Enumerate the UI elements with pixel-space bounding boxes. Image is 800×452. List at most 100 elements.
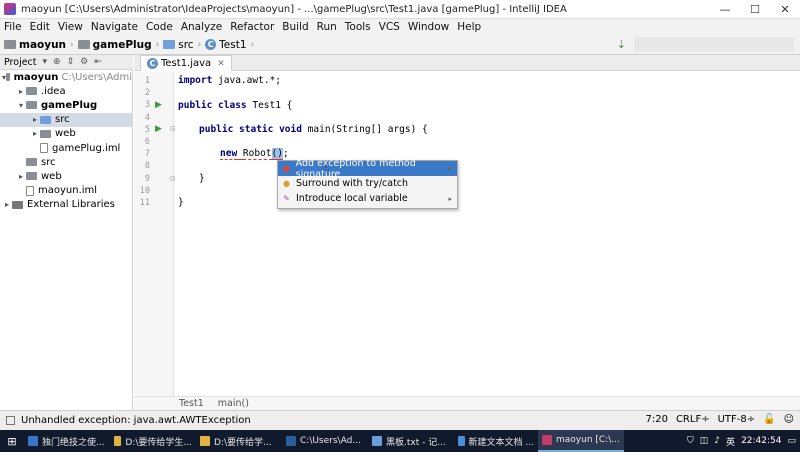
app-icon	[372, 436, 382, 446]
tree-item[interactable]: ▸ External Libraries	[0, 198, 132, 212]
menu-build[interactable]: Build	[278, 21, 312, 33]
nav-crumb-gameplug[interactable]: gamePlug ›	[77, 39, 159, 51]
library-icon	[12, 200, 23, 209]
menu-edit[interactable]: Edit	[26, 21, 54, 33]
tree-item[interactable]: ▸ src	[0, 112, 132, 127]
tree-item[interactable]: ▸ web	[0, 169, 132, 183]
project-panel-header: Project ▾ ⊕ ⇕ ⚙ ⇤	[0, 55, 133, 70]
nav-crumb-maoyun[interactable]: maoyun ›	[4, 39, 74, 51]
taskbar-item[interactable]: maoyun [C:\...	[538, 430, 624, 452]
taskbar-item[interactable]: 黑板.txt - 记...	[368, 430, 454, 452]
taskbar-item[interactable]: C:\Users\Ad...	[282, 430, 368, 452]
tree-item[interactable]: ▸ .idea	[0, 84, 132, 98]
run-class-icon[interactable]: ▶	[155, 100, 162, 110]
caret-position[interactable]: 7:20	[645, 414, 667, 425]
run-method-icon[interactable]: ▶	[155, 124, 162, 134]
volume-icon[interactable]: ♪	[714, 436, 720, 446]
tab-label: Test1.java	[161, 58, 212, 69]
taskbar-item[interactable]: 独门绝技之使...	[24, 430, 110, 452]
taskbar-item-label: C:\Users\Ad...	[300, 436, 361, 446]
dropdown-arrow-icon[interactable]: ▾	[43, 57, 48, 67]
app-icon	[542, 435, 552, 445]
intention-item[interactable]: ✎ Introduce local variable ▸	[278, 191, 457, 206]
close-button[interactable]: ✕	[770, 0, 800, 19]
build-arrow-icon[interactable]: ⇣	[617, 38, 626, 51]
intention-item[interactable]: ● Add exception to method signature ▸	[278, 158, 457, 180]
tree-item[interactable]: maoyun.iml	[0, 184, 132, 198]
windows-start-icon[interactable]: ⊞	[0, 430, 24, 452]
tree-item-label: External Libraries	[27, 199, 115, 211]
taskbar-item-label: D:\要传给学生...	[125, 437, 192, 448]
network-icon[interactable]: ◫	[700, 436, 709, 446]
menu-refactor[interactable]: Refactor	[226, 21, 278, 33]
breadcrumb-method[interactable]: main()	[218, 398, 249, 409]
line-number: 10	[139, 185, 150, 196]
tree-item-label: web	[55, 128, 76, 140]
tree-item[interactable]: ▾ gamePlug	[0, 98, 132, 112]
collapsed-arrow-icon[interactable]: ▸	[30, 129, 40, 138]
file-encoding[interactable]: UTF-8÷	[718, 414, 756, 425]
collapsed-arrow-icon[interactable]: ▸	[30, 115, 40, 124]
breadcrumb-class[interactable]: Test1	[179, 398, 204, 409]
sync-icon[interactable]: ⊕	[53, 57, 61, 67]
tree-item-label: gamePlug	[41, 99, 98, 111]
intention-actions-popup: ● Add exception to method signature ▸ ● Surr…	[277, 158, 458, 209]
tree-item-label: maoyun	[13, 71, 59, 83]
tree-item[interactable]: gamePlug.iml	[0, 141, 132, 155]
window-titlebar: maoyun [C:\Users\Administrator\IdeaProje…	[0, 0, 800, 19]
tree-item[interactable]: ▸ web	[0, 127, 132, 141]
minimize-button[interactable]: —	[710, 0, 740, 19]
intention-item[interactable]: ● Surround with try/catch	[278, 176, 457, 191]
collapse-icon[interactable]: ⇕	[67, 57, 75, 67]
menu-run[interactable]: Run	[313, 21, 341, 33]
collapsed-arrow-icon[interactable]: ▸	[2, 200, 12, 209]
line-separator[interactable]: CRLF÷	[676, 414, 710, 425]
taskbar-item[interactable]: D:\要传给学...	[196, 430, 282, 452]
taskbar-item[interactable]: D:\要传给学生...	[110, 430, 196, 452]
menu-help[interactable]: Help	[453, 21, 485, 33]
lock-icon[interactable]: 🔓	[763, 414, 775, 425]
code-line-1: import java.awt.*;	[178, 75, 281, 86]
mouse-cursor-icon: ☝	[322, 160, 330, 174]
notification-icon[interactable]: ▭	[787, 436, 796, 446]
menu-tools[interactable]: Tools	[341, 21, 375, 33]
menu-window[interactable]: Window	[404, 21, 453, 33]
folder-icon	[26, 101, 37, 110]
tree-item-label: .idea	[41, 85, 66, 97]
menu-navigate[interactable]: Navigate	[87, 21, 142, 33]
tree-item[interactable]: src	[0, 155, 132, 169]
shield-icon[interactable]: ⛉	[687, 436, 694, 446]
tool-window-toggle-icon[interactable]	[6, 416, 15, 425]
project-tree: ▾ maoyun C:\Users\Admi ▸ .idea ▾ gamePlug ▸ src ▸…	[0, 70, 133, 410]
collapsed-arrow-icon[interactable]: ▸	[16, 172, 26, 181]
editor-breadcrumb: Test1 main()	[134, 396, 800, 410]
app-icon	[114, 436, 122, 446]
menu-analyze[interactable]: Analyze	[177, 21, 226, 33]
tab-close-icon[interactable]: ✕	[217, 59, 225, 69]
taskbar-item[interactable]: 新建文本文档 ...	[454, 430, 538, 452]
gear-icon[interactable]: ⚙	[80, 57, 88, 67]
menu-file[interactable]: File	[0, 21, 26, 33]
clock[interactable]: 22:42:54	[741, 436, 781, 446]
expanded-arrow-icon[interactable]: ▾	[16, 101, 26, 110]
tab-test1-java[interactable]: C Test1.java ✕	[140, 55, 232, 71]
menu-view[interactable]: View	[54, 21, 87, 33]
tree-item-label: src	[41, 156, 56, 168]
nav-crumb-src[interactable]: src ›	[163, 39, 201, 51]
project-panel-title[interactable]: Project	[4, 57, 37, 68]
hide-panel-icon[interactable]: ⇤	[94, 57, 102, 67]
tree-item[interactable]: ▾ maoyun C:\Users\Admi	[0, 70, 132, 84]
collapsed-arrow-icon[interactable]: ▸	[16, 87, 26, 96]
run-config-field[interactable]	[634, 37, 794, 52]
ime-language[interactable]: 英	[726, 435, 735, 448]
line-number: 7	[144, 149, 150, 160]
folder-icon	[4, 40, 16, 49]
nav-crumb-test1[interactable]: C Test1 ›	[205, 39, 254, 51]
maximize-button[interactable]: ☐	[740, 0, 770, 19]
menu-code[interactable]: Code	[142, 21, 177, 33]
inspector-icon[interactable]: ☺	[784, 414, 794, 425]
line-number: 3	[144, 100, 150, 111]
code-editor[interactable]: import java.awt.*; public class Test1 { …	[175, 72, 800, 396]
menu-vcs[interactable]: VCS	[375, 21, 404, 33]
tree-item-label: maoyun.iml	[38, 185, 98, 197]
